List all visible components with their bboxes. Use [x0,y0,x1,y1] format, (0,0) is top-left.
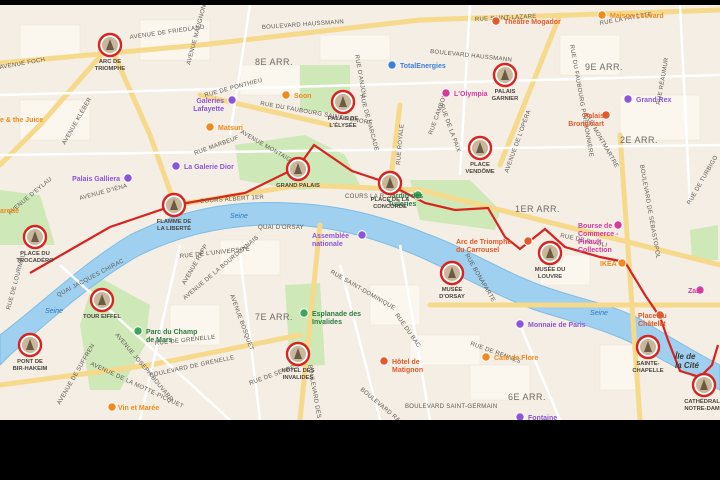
landmark-label: TOUR EIFFEL [83,314,121,320]
poi-label: Grand Rex [636,97,672,104]
district-9e: 9E ARR. [585,62,623,72]
landmark-label: CATHÉDRALE NOTRE-DAME [684,397,720,412]
poi-label: Galeries Lafayette [193,98,224,113]
landmark-label: PLACE DU TROCADÉRO [16,251,54,264]
landmark-label: SAINTE-CHAPELLE [632,361,663,374]
poi-label: arette [0,208,19,215]
landmark-label: MUSÉE DU LOUVRE [535,265,566,280]
poi-label: La Galerie Dior [184,164,234,171]
poi-dot-icon [441,88,451,98]
poi-label: Zara [688,288,703,295]
landmark-label: PONT DE BIR-HAKEIM [13,359,48,372]
street-label: QUAI D'ORSAY [258,225,304,231]
poi-dot-icon [515,412,525,420]
poi-dot-icon [281,90,291,100]
poi-place-chatelet[interactable]: Place du Châtelet [638,310,667,328]
poi-dot-icon [299,308,309,318]
district-2e: 2E ARR. [620,135,658,145]
district-1er: 1ER ARR. [515,204,560,214]
poi-dot-icon [613,220,623,230]
landmark-label: FLAMME DE LA LIBERTÉ [157,219,192,232]
district-8e: 8E ARR. [255,57,293,67]
poi-label: Soon [294,93,312,100]
poi-dot-icon [623,94,633,104]
poi-dot-icon [387,60,397,70]
district-6e: 6E ARR. [508,392,546,402]
landmark-orsay[interactable]: MUSÉE D'ORSAY [439,260,465,300]
bottom-black-bar [0,420,720,480]
seine-label-1: Seine [230,213,248,220]
poi-label: e & the Juice [0,117,43,124]
poi-dot-icon [227,95,237,105]
district-7e: 7E ARR. [255,312,293,322]
poi-dot-icon [515,319,525,329]
poi-label: Théâtre Mogador [504,19,561,26]
poi-dot-icon [379,356,389,366]
poi-dot-icon [523,236,533,246]
poi-label: Vin et Marée [118,405,159,412]
landmark-label: PLACE DE LA CONCORDE [371,197,410,210]
landmark-label: PALAIS DE L'ÉLYSÉE [328,116,359,129]
poi-arette[interactable]: arette [0,208,19,215]
poi-lolympia[interactable]: L'Olympia [441,88,488,98]
poi-dot-icon [205,122,215,132]
poi-dot-icon [357,230,367,240]
poi-label: TotalEnergies [400,63,446,70]
poi-label: Maison Louvard [610,13,664,20]
poi-dot-icon [491,16,501,26]
landmark-label: ARC DE TRIOMPHE [95,59,126,72]
poi-soon[interactable]: Soon [281,90,312,100]
landmark-label: GRAND PALAIS [276,183,320,189]
poi-dot-icon [107,402,117,412]
poi-juice[interactable]: e & the Juice [0,117,43,124]
poi-label: IKEA [600,261,617,268]
poi-ikea[interactable]: IKEA [600,258,627,268]
poi-dot-icon [481,352,491,362]
poi-label: L'Olympia [454,91,488,98]
poi-zara[interactable]: Zara [688,285,705,295]
landmark-label: MUSÉE D'ORSAY [439,285,465,300]
poi-dot-icon [597,10,607,20]
poi-grand-rex[interactable]: Grand Rex [623,94,672,104]
poi-label: Hôtel de Matignon [392,359,423,374]
poi-dot-icon [133,326,143,336]
map-screenshot: 8E ARR. 9E ARR. 2E ARR. 1ER ARR. 7E ARR.… [0,0,720,480]
poi-dot-icon [171,161,181,171]
landmark-label: HÔTEL DES INVALIDES [281,366,314,381]
seine-label-3: Seine [590,310,608,317]
poi-dot-icon [617,258,627,268]
landmark-label: PALAIS GARNIER [492,89,520,102]
seine-label-2: Seine [45,308,63,315]
poi-matsuri[interactable]: Matsuri [205,122,243,132]
poi-label: Monnaie de Paris [528,322,586,329]
street-label: BOULEVARD SAINT-GERMAIN [405,404,497,410]
map-canvas[interactable]: 8E ARR. 9E ARR. 2E ARR. 1ER ARR. 7E ARR.… [0,5,720,420]
poi-label: Palais Galliera [72,176,120,183]
poi-label: Place du Châtelet [638,313,667,328]
poi-label: Matsuri [218,125,243,132]
poi-label: Café de Flore [494,355,538,362]
poi-dot-icon [123,173,133,183]
